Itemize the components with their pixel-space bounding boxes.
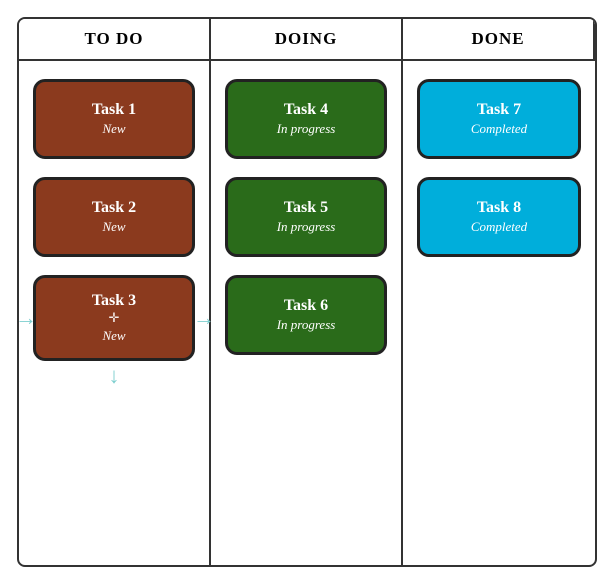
task7-title: Task 7 — [477, 101, 521, 119]
task3-title: Task 3 — [92, 292, 136, 310]
task-card-task2[interactable]: Task 2 New — [33, 177, 195, 257]
task2-status: New — [102, 219, 125, 235]
task4-status: In progress — [277, 121, 336, 137]
arrow-down-icon: ↓ — [109, 363, 120, 389]
task4-title: Task 4 — [284, 101, 328, 119]
doing-column: Task 4 In progress Task 5 In progress Ta… — [211, 61, 403, 565]
task5-status: In progress — [277, 219, 336, 235]
task-card-task5[interactable]: Task 5 In progress — [225, 177, 387, 257]
header-doing-label: DOING — [275, 29, 338, 48]
task-card-task3[interactable]: Task 3 ✛ New — [33, 275, 195, 361]
task-card-task1[interactable]: Task 1 New — [33, 79, 195, 159]
header-todo-label: TO DO — [84, 29, 143, 48]
header-done-label: DONE — [471, 29, 524, 48]
task-card-task6[interactable]: Task 6 In progress — [225, 275, 387, 355]
task-card-task8[interactable]: Task 8 Completed — [417, 177, 581, 257]
task-card-task4[interactable]: Task 4 In progress — [225, 79, 387, 159]
header-done: DONE — [403, 19, 595, 61]
task8-status: Completed — [471, 219, 527, 235]
todo-column: Task 1 New Task 2 New → Task 3 ✛ New → ↓ — [19, 61, 211, 565]
task-card-task7[interactable]: Task 7 Completed — [417, 79, 581, 159]
arrow-left-icon: → — [17, 305, 37, 331]
task1-title: Task 1 — [92, 101, 136, 119]
task6-title: Task 6 — [284, 297, 328, 315]
task8-title: Task 8 — [477, 199, 521, 217]
move-cursor-icon: ✛ — [109, 310, 120, 326]
task3-wrapper: → Task 3 ✛ New → ↓ — [33, 275, 195, 361]
done-column: Task 7 Completed Task 8 Completed — [403, 61, 595, 565]
kanban-board: TO DO DOING DONE Task 1 New Task 2 New →… — [17, 17, 597, 567]
task7-status: Completed — [471, 121, 527, 137]
task2-title: Task 2 — [92, 199, 136, 217]
header-todo: TO DO — [19, 19, 211, 61]
task6-status: In progress — [277, 317, 336, 333]
task1-status: New — [102, 121, 125, 137]
header-doing: DOING — [211, 19, 403, 61]
task5-title: Task 5 — [284, 199, 328, 217]
task3-status: New — [102, 328, 125, 344]
arrow-right-icon: → — [193, 305, 215, 331]
